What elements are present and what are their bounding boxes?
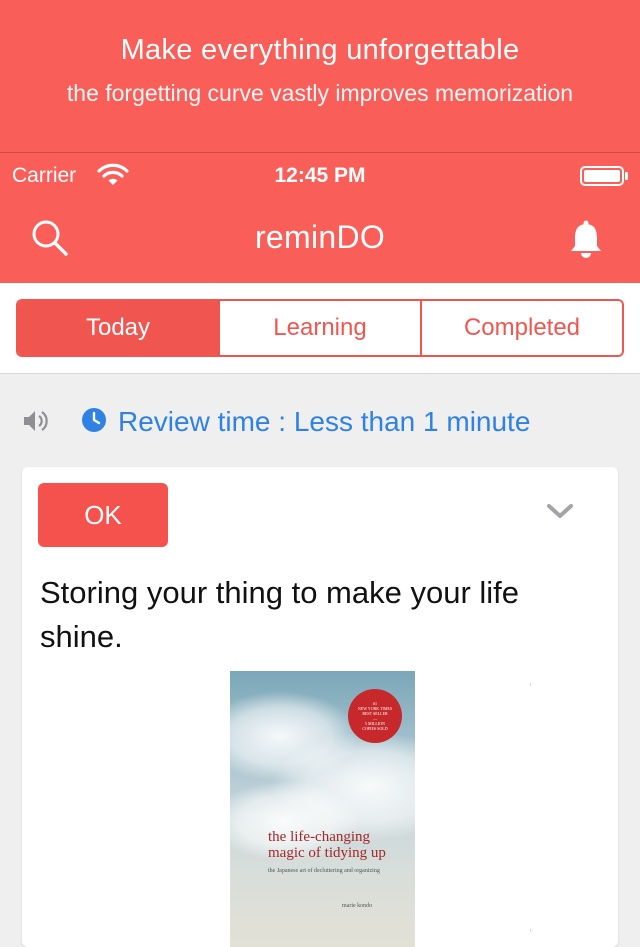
status-time: 12:45 PM [274, 164, 366, 187]
card-text: Storing your thing to make your life shi… [40, 575, 520, 654]
segmented-control: Today Learning Completed [16, 299, 624, 357]
bestseller-badge: #1 NEW YORK TIMES BEST SELLER — 5 MILLIO… [348, 689, 402, 743]
review-time-row: Review time : Less than 1 minute [0, 398, 640, 448]
promo-subtitle: the forgetting curve vastly improves mem… [66, 80, 574, 106]
tab-bar-container: Today Learning Completed [0, 283, 640, 374]
battery-icon [580, 166, 628, 186]
book-cover-image: #1 NEW YORK TIMES BEST SELLER — 5 MILLIO… [230, 671, 415, 947]
image-edge-mark [530, 929, 531, 932]
app-title: reminDO [254, 219, 386, 255]
tab-today[interactable]: Today [18, 301, 218, 355]
ok-button[interactable]: OK [38, 483, 168, 547]
tab-completed[interactable]: Completed [420, 301, 622, 355]
review-time-text: Review time : Less than 1 minute [118, 406, 531, 437]
image-edge-mark [530, 683, 531, 686]
book-title: the life-changing magic of tidying up [268, 829, 386, 861]
phone-screen: Carrier 12:45 PM reminDO Today Learning … [0, 153, 640, 947]
book-subtitle: the Japanese art of decluttering and org… [268, 868, 380, 874]
speaker-icon[interactable] [22, 406, 52, 436]
review-card: OK Storing your thing to make your life … [22, 467, 618, 947]
tab-learning[interactable]: Learning [218, 301, 420, 355]
status-bar: Carrier 12:45 PM [0, 153, 640, 197]
clock-icon [82, 408, 106, 432]
promo-title: Make everything unforgettable [120, 34, 520, 66]
promo-banner: Make everything unforgettable the forget… [0, 0, 640, 153]
notifications-button[interactable] [568, 219, 604, 259]
badge-line: COPIES SOLD [362, 726, 388, 731]
chevron-down-icon[interactable] [546, 503, 574, 521]
book-author: marie kondo [342, 903, 373, 909]
bell-icon [571, 220, 601, 258]
nav-bar: reminDO [0, 197, 640, 283]
